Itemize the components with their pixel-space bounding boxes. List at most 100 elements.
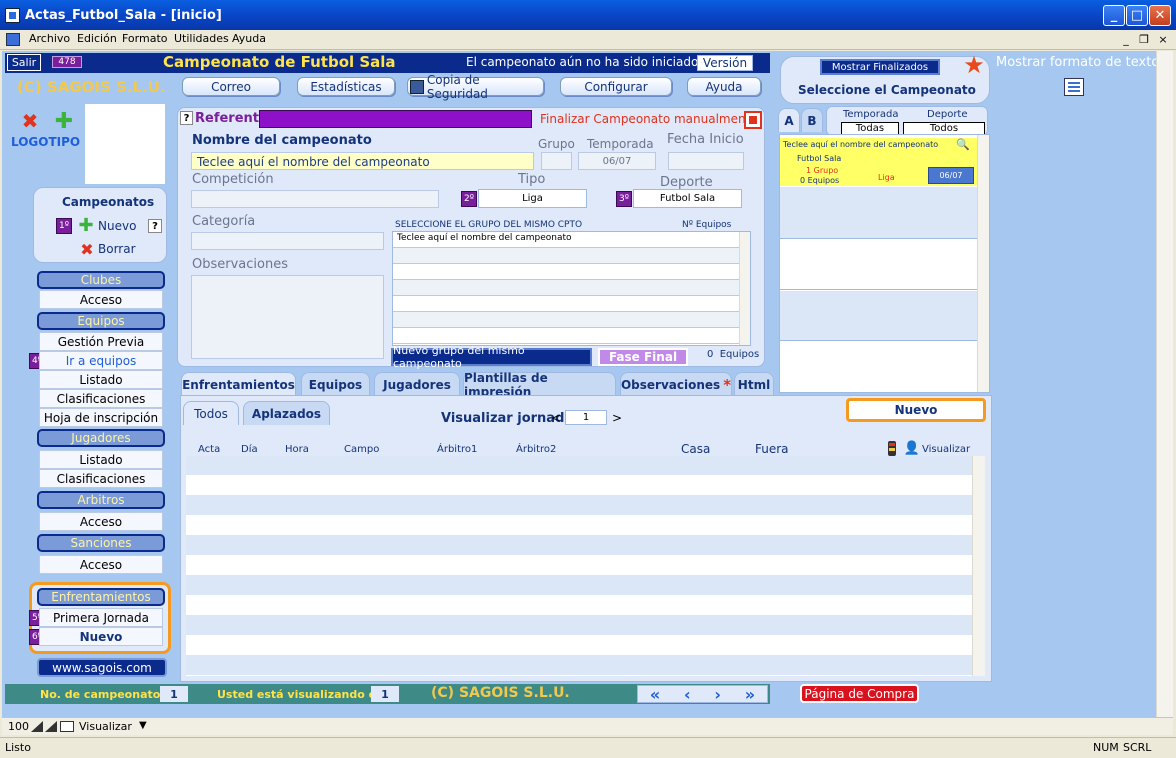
campeonato-list-row[interactable]	[780, 240, 977, 290]
sidebar-gestion-previa[interactable]: Gestión Previa	[39, 332, 163, 351]
next-record-icon[interactable]: ›	[714, 685, 721, 704]
view-select-arrow-icon[interactable]: ▼	[139, 720, 147, 731]
subtab-aplazados[interactable]: Aplazados	[243, 401, 330, 425]
sidebar-equipos-clasificaciones[interactable]: Clasificaciones	[39, 389, 163, 408]
col-visualizar[interactable]: Visualizar	[922, 444, 970, 455]
grupo-list[interactable]: Teclee aquí el nombre del campeonato	[392, 231, 751, 346]
finalizar-checkbox[interactable]	[744, 111, 762, 129]
campeonato-list-row[interactable]	[780, 187, 977, 239]
referente-field[interactable]	[259, 110, 532, 128]
list-item[interactable]	[393, 248, 750, 264]
zoom-add-icon[interactable]: 🔍	[954, 138, 972, 151]
campeonatos-help-button[interactable]: ?	[148, 219, 162, 233]
campeonato-list-scrollbar[interactable]	[977, 135, 989, 392]
tab-equipos[interactable]: Equipos	[301, 372, 370, 396]
salir-button[interactable]: Salir	[7, 54, 41, 71]
deporte-select[interactable]: Futbol Sala	[633, 189, 742, 208]
tab-jugadores[interactable]: Jugadores	[374, 372, 460, 396]
add-campeonato-icon[interactable]: ✚	[77, 215, 95, 236]
selector-tab-b[interactable]: B	[801, 108, 823, 132]
list-item[interactable]	[393, 312, 750, 328]
zoom-in-icon[interactable]	[45, 721, 57, 732]
mostrar-formato-label[interactable]: Mostrar formato de texto	[996, 55, 1159, 70]
prev-record-icon[interactable]: ‹	[684, 685, 691, 704]
close-button[interactable]: ✕	[1149, 5, 1171, 26]
copia-seguridad-button[interactable]: Copia de Seguridad	[407, 73, 544, 101]
mdi-doc-icon[interactable]	[6, 33, 20, 46]
list-item[interactable]	[393, 328, 750, 344]
col-arbitro1[interactable]: Árbitro1	[437, 444, 477, 455]
table-row[interactable]	[186, 456, 972, 476]
selector-tab-a[interactable]: A	[778, 108, 800, 132]
correo-button[interactable]: Correo	[182, 77, 280, 96]
ayuda-button[interactable]: Ayuda	[687, 77, 761, 96]
competicion-input[interactable]	[191, 190, 439, 208]
mdi-close-button[interactable]: ×	[1156, 33, 1170, 46]
grid-scrollbar[interactable]	[972, 456, 985, 676]
tipo-select[interactable]: Liga	[478, 189, 587, 208]
menu-ayuda[interactable]: Ayuda	[229, 32, 269, 45]
col-dia[interactable]: Día	[241, 444, 258, 455]
tab-html[interactable]: Html	[734, 372, 774, 396]
nuevo-campeonato-button[interactable]: Nuevo	[98, 219, 136, 233]
zoom-out-icon[interactable]	[31, 721, 43, 732]
sidebar-jugadores-listado[interactable]: Listado	[39, 450, 163, 469]
form-help-button[interactable]: ?	[180, 111, 193, 125]
sidebar-nuevo-enfrentamiento[interactable]: Nuevo	[39, 627, 163, 646]
jornada-next-button[interactable]: >	[612, 411, 622, 425]
nuevo-grupo-button[interactable]: Nuevo grupo del mismo campeonato	[391, 344, 592, 370]
observaciones-textarea[interactable]	[191, 275, 384, 359]
delete-campeonato-icon[interactable]: ✖	[78, 240, 96, 259]
view-select[interactable]: Visualizar	[79, 720, 132, 733]
table-row[interactable]	[186, 476, 972, 496]
jornada-input[interactable]: 1	[565, 410, 607, 425]
menu-formato[interactable]: Formato	[119, 32, 171, 45]
col-hora[interactable]: Hora	[285, 444, 309, 455]
delete-logo-icon[interactable]: ✖	[20, 109, 40, 133]
version-button[interactable]: Versión	[697, 55, 753, 71]
add-logo-icon[interactable]: ✚	[54, 109, 74, 134]
app-icon[interactable]	[5, 8, 20, 23]
list-item[interactable]	[393, 296, 750, 312]
table-row[interactable]	[186, 616, 972, 636]
pagina-compra-button[interactable]: Página de Compra	[800, 684, 919, 703]
star-icon[interactable]: ★	[961, 51, 987, 79]
mdi-restore-button[interactable]: ❐	[1137, 33, 1151, 46]
mostrar-finalizados-button[interactable]: Mostrar Finalizados	[820, 59, 940, 75]
grupo-input[interactable]	[541, 152, 572, 170]
main-horizontal-scrollbar[interactable]: 100 Visualizar ▼	[2, 717, 1173, 735]
sidebar-jugadores-clasificaciones[interactable]: Clasificaciones	[39, 469, 163, 488]
jornada-prev-button[interactable]: <	[551, 411, 561, 425]
website-link[interactable]: www.sagois.com	[37, 658, 167, 677]
table-row[interactable]	[186, 576, 972, 596]
sidebar-primera-jornada[interactable]: Primera Jornada	[39, 608, 163, 627]
tab-plantillas[interactable]: Plantillas de impresión	[463, 371, 616, 399]
table-row[interactable]	[186, 556, 972, 576]
enfrentamientos-grid[interactable]	[186, 456, 972, 676]
fecha-inicio-input[interactable]	[668, 152, 744, 170]
campeonato-list-row[interactable]	[780, 342, 977, 392]
table-row[interactable]	[186, 636, 972, 656]
list-item[interactable]	[393, 280, 750, 296]
logo-box[interactable]	[85, 104, 165, 184]
table-row[interactable]	[186, 496, 972, 516]
format-grid-icon[interactable]	[1064, 78, 1084, 96]
estadisticas-button[interactable]: Estadísticas	[297, 77, 395, 96]
table-row[interactable]	[186, 516, 972, 536]
configurar-button[interactable]: Configurar	[560, 77, 672, 96]
last-record-icon[interactable]: »	[745, 685, 755, 704]
menu-edicion[interactable]: Edición	[74, 32, 120, 45]
table-row[interactable]	[186, 536, 972, 556]
sidebar-hoja-inscripcion[interactable]: Hoja de inscripción	[39, 408, 163, 427]
col-campo[interactable]: Campo	[344, 444, 379, 455]
temporada-input[interactable]: 06/07	[578, 152, 656, 170]
categoria-input[interactable]	[191, 232, 384, 250]
zoom-level[interactable]: 100	[8, 720, 29, 733]
nuevo-enfrentamiento-button[interactable]: Nuevo	[846, 398, 986, 422]
fase-final-button[interactable]: Fase Final	[598, 348, 688, 366]
grupo-list-scrollbar[interactable]	[739, 232, 750, 345]
table-row[interactable]	[186, 656, 972, 676]
col-fuera[interactable]: Fuera	[755, 442, 789, 456]
page-view-icon[interactable]	[60, 721, 74, 732]
sidebar-arbitros-acceso[interactable]: Acceso	[39, 512, 163, 531]
